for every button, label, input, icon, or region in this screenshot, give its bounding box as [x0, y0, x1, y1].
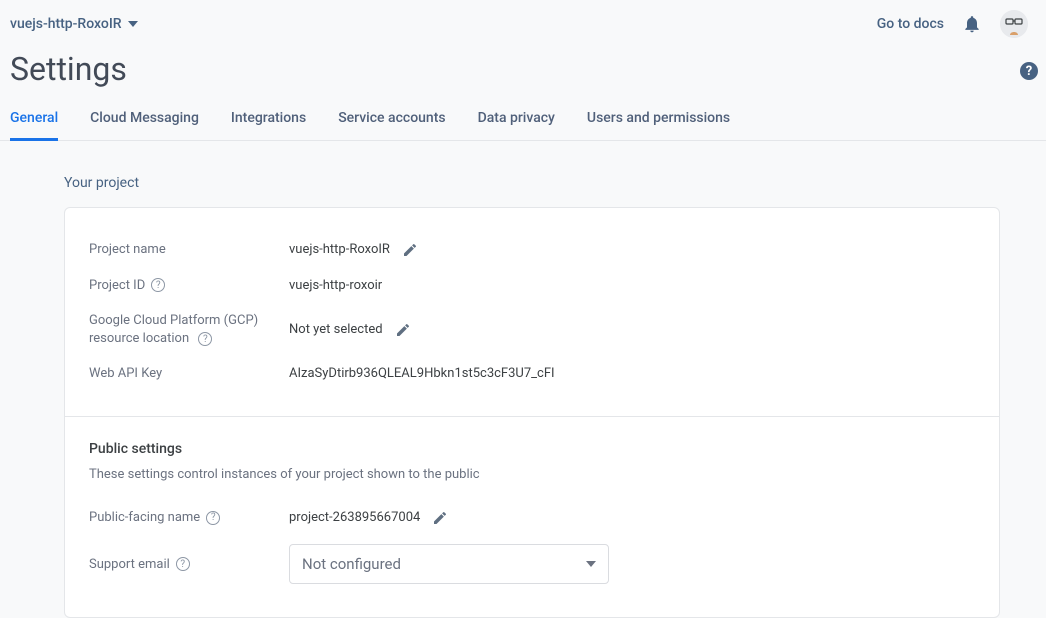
project-card: Project name vuejs-http-RoxoIR Project I… — [64, 207, 1000, 618]
row-project-id: Project ID ? vuejs-http-roxoir — [89, 268, 975, 304]
project-id-label: Project ID — [89, 277, 145, 295]
tab-data-privacy[interactable]: Data privacy — [478, 100, 555, 141]
tab-cloud-messaging[interactable]: Cloud Messaging — [90, 100, 199, 141]
row-project-name: Project name vuejs-http-RoxoIR — [89, 232, 975, 268]
help-icon[interactable]: ? — [1020, 62, 1038, 80]
tab-service-accounts[interactable]: Service accounts — [338, 100, 445, 141]
public-facing-name-label: Public-facing name — [89, 509, 200, 527]
row-gcp-location: Google Cloud Platform (GCP) resource loc… — [89, 303, 975, 356]
tab-integrations[interactable]: Integrations — [231, 100, 306, 141]
row-web-api-key: Web API Key AIzaSyDtirb936QLEAL9Hbkn1st5… — [89, 356, 975, 392]
public-facing-name-value: project-263895667004 — [289, 510, 420, 525]
avatar-face-icon — [1000, 10, 1028, 38]
web-api-key-label: Web API Key — [89, 365, 289, 383]
support-email-label: Support email — [89, 556, 170, 574]
chevron-down-icon — [128, 21, 138, 27]
web-api-key-value: AIzaSyDtirb936QLEAL9Hbkn1st5c3cF3U7_cFI — [289, 366, 555, 381]
notifications-icon[interactable] — [962, 14, 982, 34]
gcp-location-help-icon[interactable]: ? — [198, 332, 212, 346]
chevron-down-icon — [586, 561, 596, 567]
support-email-select[interactable]: Not configured — [289, 544, 609, 584]
project-name-label: Project name — [89, 241, 289, 259]
project-id-value: vuejs-http-roxoir — [289, 278, 382, 293]
row-public-facing-name: Public-facing name ? project-26389566700… — [89, 500, 975, 536]
support-email-help-icon[interactable]: ? — [176, 557, 190, 571]
avatar[interactable] — [1000, 10, 1028, 38]
edit-public-facing-name-icon[interactable] — [432, 510, 448, 526]
public-facing-name-help-icon[interactable]: ? — [206, 511, 220, 525]
project-selector-label: vuejs-http-RoxoIR — [10, 16, 122, 32]
tab-general[interactable]: General — [10, 100, 58, 141]
gcp-location-value: Not yet selected — [289, 322, 383, 337]
public-settings-header: Public settings — [89, 441, 975, 457]
project-id-help-icon[interactable]: ? — [151, 278, 165, 292]
page-title: Settings — [0, 44, 1046, 100]
tab-users-permissions[interactable]: Users and permissions — [587, 100, 730, 141]
edit-project-name-icon[interactable] — [402, 242, 418, 258]
support-email-value: Not configured — [302, 555, 401, 573]
project-name-value: vuejs-http-RoxoIR — [289, 242, 390, 257]
gcp-location-label-line1: Google Cloud Platform (GCP) — [89, 313, 258, 328]
public-settings-description: These settings control instances of your… — [89, 467, 975, 482]
tabs: General Cloud Messaging Integrations Ser… — [0, 100, 1046, 141]
project-selector[interactable]: vuejs-http-RoxoIR — [10, 16, 138, 32]
row-support-email: Support email ? Not configured — [89, 535, 975, 593]
gcp-location-label-line2: resource location — [89, 331, 189, 346]
your-project-header: Your project — [64, 175, 998, 191]
edit-gcp-location-icon[interactable] — [395, 322, 411, 338]
go-to-docs-link[interactable]: Go to docs — [877, 16, 944, 32]
